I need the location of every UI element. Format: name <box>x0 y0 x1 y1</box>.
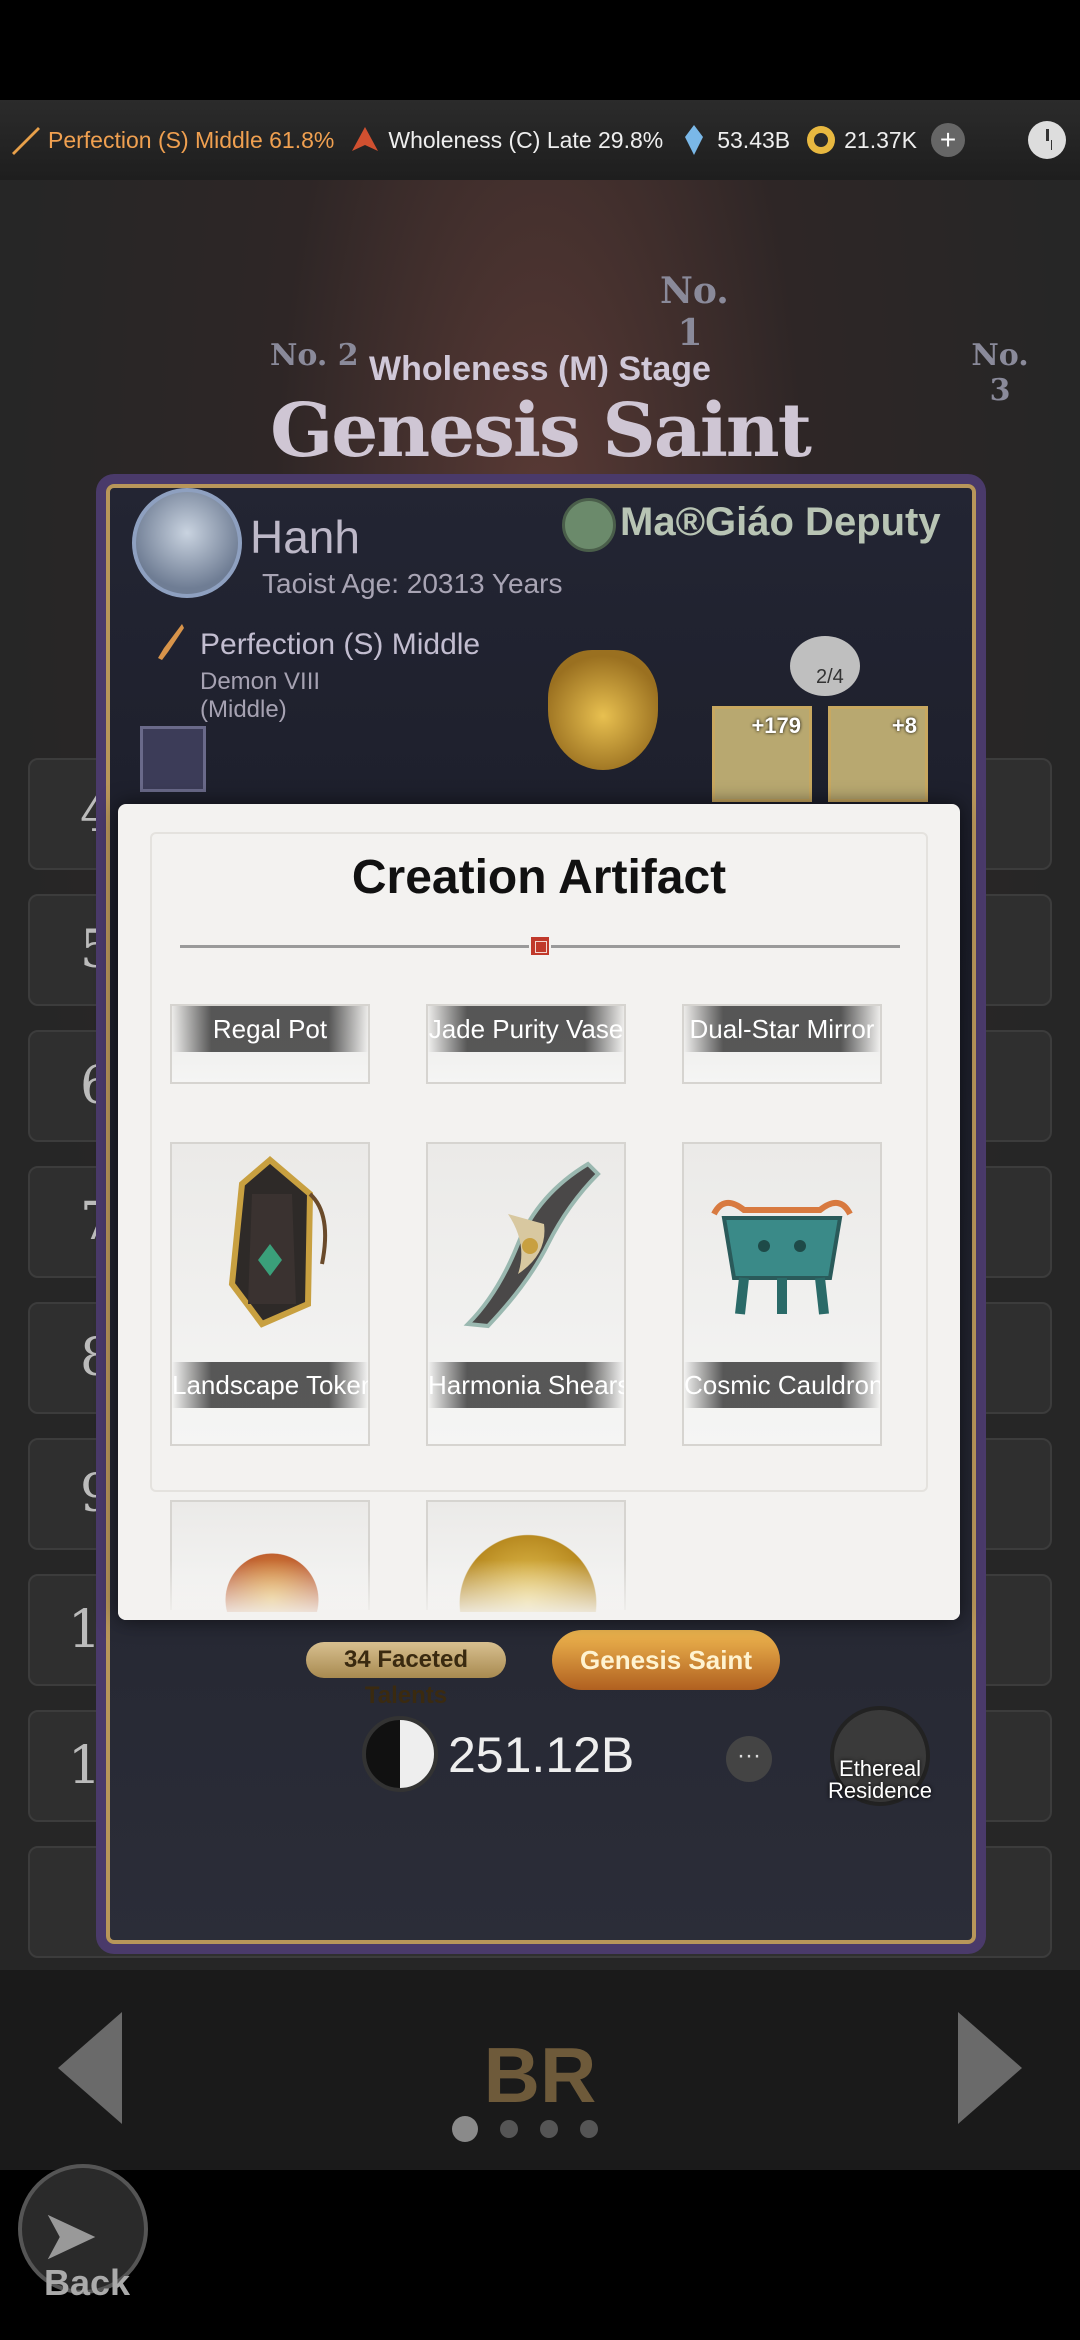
page-dot[interactable] <box>540 2120 558 2138</box>
taoist-age: Taoist Age: 20313 Years <box>262 568 563 599</box>
artifact-card[interactable]: Harmonia Shears <box>426 1142 626 1446</box>
dialog-title: Creation Artifact <box>351 851 727 904</box>
back-label: Back <box>44 2262 131 2303</box>
weapon-level: +179 <box>751 713 801 738</box>
page-dot[interactable] <box>452 2116 478 2142</box>
spirit-stone-counter: 53.43B <box>677 123 790 157</box>
creation-artifact-dialog: Creation Artifact Regal Pot Jade Purity … <box>118 804 960 1620</box>
realm-secondary: Wholeness (C) Late 29.8% <box>348 123 663 157</box>
seal-icon <box>529 935 551 957</box>
artifact-name: Dual-Star Mirror <box>684 1006 880 1052</box>
yin-yang-icon <box>362 1716 438 1792</box>
silhouette-slot[interactable] <box>140 726 206 792</box>
cauldron-icon <box>704 1154 860 1334</box>
coin-icon <box>804 123 838 157</box>
weapon-slot-2[interactable]: +8 <box>828 706 928 802</box>
demon-mask-icon <box>348 123 382 157</box>
dialog-bottom-fade <box>118 1560 960 1620</box>
page-label: BR <box>483 2031 597 2119</box>
artifact-card[interactable]: Landscape Token <box>170 1142 370 1446</box>
guild-name[interactable]: Ma®Giáo Deputy <box>620 500 941 545</box>
artifact-name: Landscape Token <box>172 1362 368 1408</box>
gear-count: 2/4 <box>816 666 844 688</box>
page-dot[interactable] <box>500 2120 518 2138</box>
artifact-name: Cosmic Cauldron <box>684 1362 880 1408</box>
artifact-card[interactable]: Cosmic Cauldron <box>682 1142 882 1446</box>
artifact-name: Harmonia Shears <box>428 1362 624 1408</box>
weapon-level: +8 <box>891 713 917 738</box>
stage-subtitle: Wholeness (M) Stage <box>369 350 711 388</box>
token-icon <box>192 1154 348 1334</box>
stage-title: Genesis Saint <box>270 388 812 474</box>
artifact-name: Jade Purity Vase <box>428 1006 624 1052</box>
page-dot[interactable] <box>580 2120 598 2138</box>
talents-badge[interactable]: 34 Faceted Talents <box>306 1642 506 1709</box>
crystal-icon <box>677 123 711 157</box>
weapon-slot-1[interactable]: +179 <box>712 706 812 802</box>
artifact-name: Regal Pot <box>172 1006 368 1052</box>
artifact-card[interactable]: Jade Purity Vase <box>426 1004 626 1084</box>
page-indicator <box>452 2116 598 2142</box>
guild-emblem-icon <box>562 498 616 552</box>
plus-icon[interactable]: + <box>931 123 966 157</box>
sword-icon <box>8 123 42 157</box>
rank-1-tag: No. 1 <box>660 270 729 354</box>
player-realm: Perfection (S) Middle <box>200 628 481 661</box>
clock-icon[interactable] <box>1028 121 1066 159</box>
combat-power: 251.12B <box>448 1727 635 1783</box>
artifact-card[interactable]: Regal Pot <box>170 1004 370 1084</box>
residence-label: Ethereal Residence <box>828 1756 932 1803</box>
shears-icon <box>448 1154 604 1334</box>
golden-vase-icon <box>548 650 658 770</box>
more-options-button[interactable]: ··· <box>726 1736 772 1782</box>
currency-counter: 21.37K <box>804 123 917 157</box>
realm-primary: Perfection (S) Middle 61.8% <box>8 123 334 157</box>
player-name: Hanh <box>250 511 360 563</box>
sword-icon <box>152 622 186 662</box>
gear-counter[interactable]: 2/4 <box>790 636 860 696</box>
title-badge[interactable]: Genesis Saint <box>552 1630 780 1690</box>
demon-rank: Demon VIII (Middle) <box>200 668 321 723</box>
resource-bar: Perfection (S) Middle 61.8% Wholeness (C… <box>0 100 1080 180</box>
artifact-card[interactable]: Dual-Star Mirror <box>682 1004 882 1084</box>
avatar[interactable] <box>132 488 242 598</box>
